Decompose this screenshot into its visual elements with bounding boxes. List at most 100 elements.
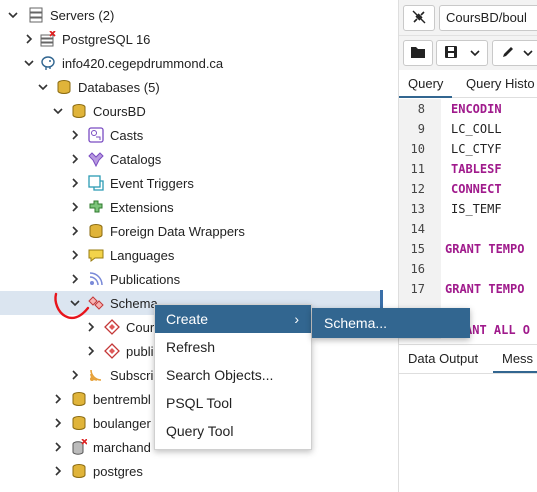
tree-item-coursbd[interactable]: CoursBD — [53, 99, 146, 123]
menu-item-create[interactable]: Create › — [155, 305, 311, 333]
chevron-right-icon[interactable] — [53, 416, 63, 430]
tree-item-label: info420.cegepdrummond.ca — [62, 55, 224, 71]
chevron-right-icon[interactable] — [70, 152, 80, 166]
menu-item-query-tool[interactable]: Query Tool — [155, 417, 311, 445]
tree-item-db-bentrembl[interactable]: bentrembl — [53, 387, 151, 411]
event-triggers-icon — [88, 175, 104, 191]
menu-item-refresh[interactable]: Refresh — [155, 333, 311, 361]
tree-item-label: Languages — [110, 247, 175, 263]
save-file-button[interactable] — [436, 40, 488, 66]
code-line: 11 TABLESF — [410, 162, 502, 176]
tree-item-publications[interactable]: Publications — [70, 267, 180, 291]
chevron-right-icon[interactable] — [86, 320, 96, 334]
chevron-right-icon[interactable] — [70, 248, 80, 262]
database-icon — [71, 415, 87, 431]
chevron-right-icon[interactable] — [24, 32, 34, 46]
subscriptions-icon — [88, 367, 104, 383]
menu-item-label: Create — [166, 311, 209, 327]
tree-scrollbar-thumb[interactable] — [380, 290, 383, 308]
tree-item-info420-server[interactable]: info420.cegepdrummond.ca — [24, 51, 223, 75]
menu-item-psql-tool[interactable]: PSQL Tool — [155, 389, 311, 417]
tree-item-db-marchand[interactable]: marchand — [53, 435, 151, 459]
menu-item-search-objects[interactable]: Search Objects... — [155, 361, 311, 389]
create-submenu: Schema... — [312, 308, 470, 338]
publications-icon — [88, 271, 104, 287]
tree-item-label: Event Triggers — [110, 175, 194, 191]
tree-item-label: Subscri — [110, 367, 154, 383]
schema-icon — [104, 319, 120, 335]
elephant-server-icon — [40, 55, 56, 71]
tree-item-label: Extensions — [110, 199, 174, 215]
chevron-right-icon[interactable] — [70, 200, 80, 214]
tree-item-label: bentrembl — [93, 391, 151, 407]
tree-item-servers[interactable]: Servers (2) — [8, 3, 114, 27]
tree-item-catalogs[interactable]: Catalogs — [70, 147, 161, 171]
connection-status-button[interactable] — [403, 5, 435, 31]
tree-item-event-triggers[interactable]: Event Triggers — [70, 171, 194, 195]
tree-item-extensions[interactable]: Extensions — [70, 195, 174, 219]
tree-item-label: Cour — [126, 319, 155, 335]
extensions-icon — [88, 199, 104, 215]
chevron-down-icon[interactable] — [53, 104, 63, 118]
tab-query-history[interactable]: Query Histo — [457, 70, 537, 98]
tree-item-schema-cours[interactable]: Cour — [86, 315, 154, 339]
catalogs-icon — [88, 151, 104, 167]
code-line: 17 GRANT TEMPO — [410, 282, 525, 296]
edit-button[interactable] — [492, 40, 537, 66]
chevron-down-icon[interactable] — [470, 46, 480, 61]
chevron-right-icon[interactable] — [70, 176, 80, 190]
tree-item-label: Publications — [110, 271, 181, 287]
code-line: 12 CONNECT — [410, 182, 502, 196]
tree-item-label: Casts — [110, 127, 144, 143]
tree-item-languages[interactable]: Languages — [70, 243, 174, 267]
schema-icon — [104, 343, 120, 359]
tree-item-db-postgres[interactable]: postgres — [53, 459, 143, 483]
context-menu: Create › Refresh Search Objects... PSQL … — [154, 304, 312, 450]
output-tabs: Data Output Mess — [399, 344, 537, 374]
foreign-data-wrappers-icon — [88, 223, 104, 239]
chevron-right-icon[interactable] — [70, 128, 80, 142]
chevron-down-icon[interactable] — [24, 56, 34, 70]
code-line: 9 LC_COLL — [417, 122, 502, 136]
chevron-down-icon[interactable] — [8, 8, 18, 22]
tree-item-casts[interactable]: Casts — [70, 123, 143, 147]
chevron-down-icon[interactable] — [523, 46, 533, 61]
editor-tabs: Query Query Histo — [399, 70, 537, 98]
tab-query[interactable]: Query — [399, 70, 453, 98]
tree-item-db-boulanger[interactable]: boulanger — [53, 411, 151, 435]
tree-item-label: Databases (5) — [78, 79, 160, 95]
chevron-right-icon: › — [294, 311, 299, 327]
tree-item-foreign-data-wrappers[interactable]: Foreign Data Wrappers — [70, 219, 245, 243]
tree-item-label: Foreign Data Wrappers — [110, 223, 245, 239]
tab-messages[interactable]: Mess — [493, 345, 537, 373]
tree-item-label: Servers (2) — [50, 7, 115, 23]
tab-data-output[interactable]: Data Output — [399, 345, 487, 373]
sql-code-editor[interactable]: 8 ENCODIN 9 LC_COLL 10 LC_CTYF 11 TABLESF 12… — [399, 99, 537, 339]
chevron-right-icon[interactable] — [70, 272, 80, 286]
tree-item-postgresql-16[interactable]: PostgreSQL 16 — [24, 27, 150, 51]
tree-item-label: CoursBD — [93, 103, 146, 119]
chevron-down-icon[interactable] — [70, 296, 80, 310]
database-disconnected-icon — [71, 439, 87, 455]
database-icon — [71, 391, 87, 407]
chevron-right-icon[interactable] — [53, 392, 63, 406]
tree-item-databases[interactable]: Databases (5) — [38, 75, 160, 99]
servers-icon — [28, 7, 44, 23]
languages-icon — [88, 247, 104, 263]
submenu-item-schema[interactable]: Schema... — [312, 309, 468, 337]
query-editor-panel: CoursBD/boul Query Query Histo 8 ENCODIN … — [399, 0, 537, 492]
tree-item-subscriptions[interactable]: Subscri — [70, 363, 153, 387]
database-icon — [71, 103, 87, 119]
connection-select[interactable]: CoursBD/boul — [439, 5, 537, 31]
chevron-right-icon[interactable] — [70, 224, 80, 238]
chevron-down-icon[interactable] — [38, 80, 48, 94]
chevron-right-icon[interactable] — [53, 440, 63, 454]
tree-item-schema-public[interactable]: publi — [86, 339, 153, 363]
chevron-right-icon[interactable] — [53, 464, 63, 478]
tree-item-label: PostgreSQL 16 — [62, 31, 151, 47]
chevron-right-icon[interactable] — [86, 344, 96, 358]
editor-toolbar — [399, 36, 537, 70]
open-file-button[interactable] — [403, 40, 433, 66]
tree-item-label: marchand — [93, 439, 151, 455]
chevron-right-icon[interactable] — [70, 368, 80, 382]
